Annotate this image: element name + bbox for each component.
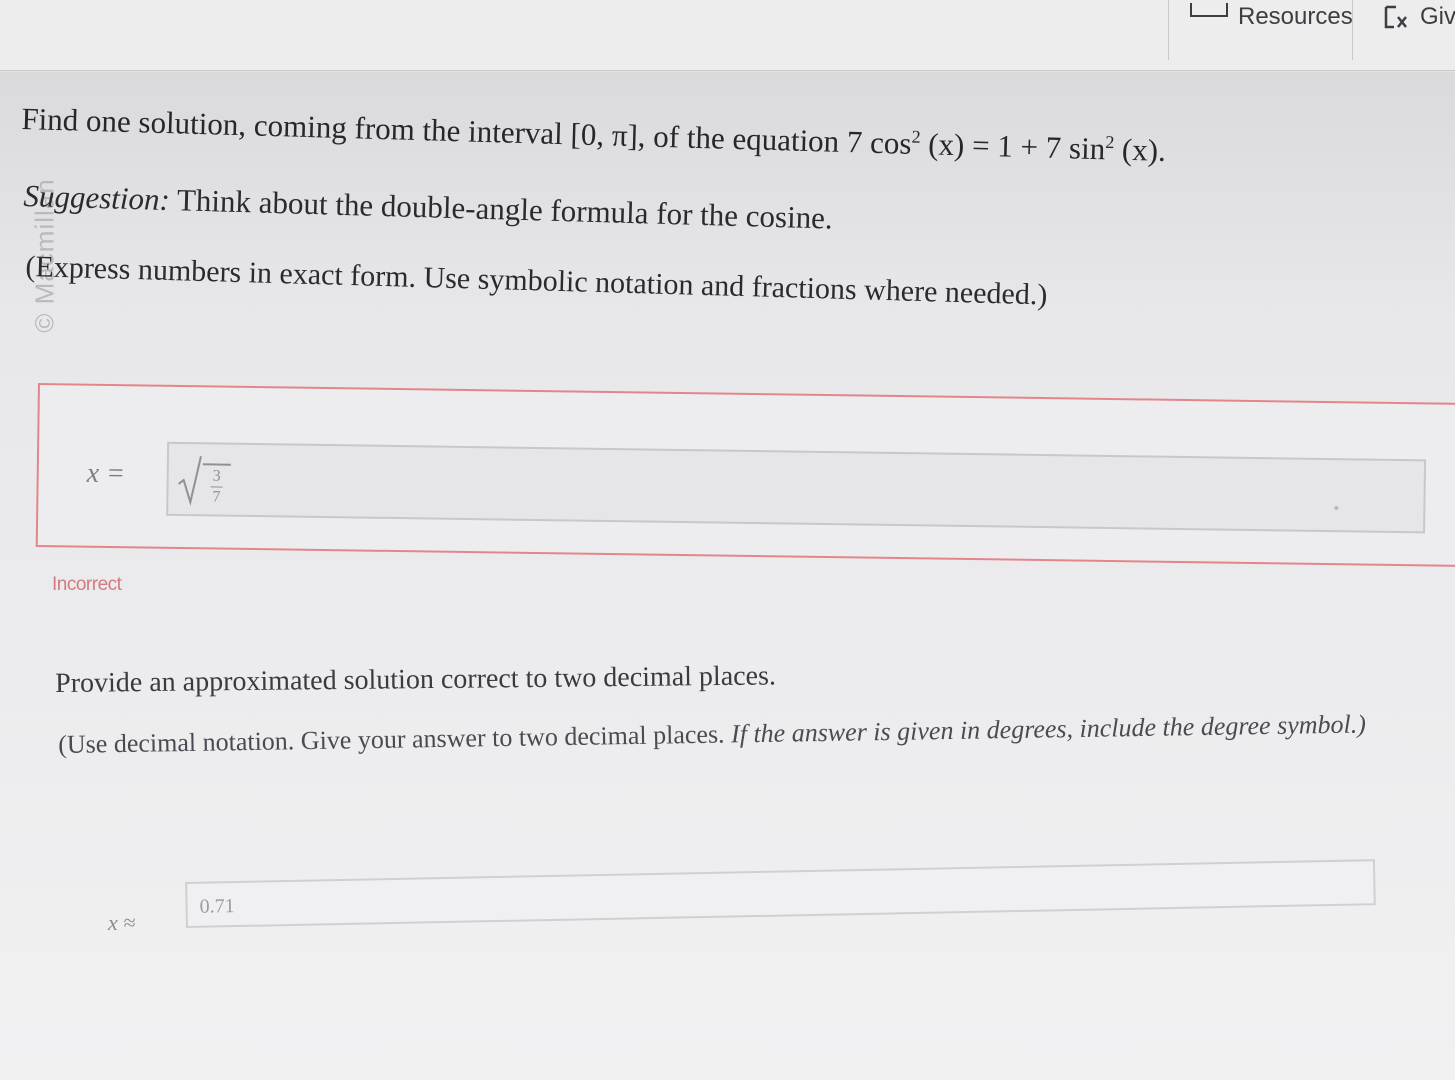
fraction: 3 7: [202, 463, 231, 507]
status-incorrect: Incorrect: [52, 574, 122, 595]
suggestion-label: Suggestion:: [23, 178, 171, 218]
question-suffix: (x).: [1113, 131, 1167, 168]
sqrt-expression: 3 7: [176, 450, 231, 507]
give-up-button[interactable]: Giv: [1382, 0, 1455, 34]
approx-variable-label: x ≈: [108, 910, 136, 935]
fraction-numerator: 3: [212, 467, 221, 485]
approx-answer-value: 0.71: [199, 895, 235, 918]
top-toolbar: Resources Giv: [0, 0, 1455, 71]
exact-answer-input[interactable]: 3 7: [166, 441, 1427, 534]
book-icon: [1190, 3, 1228, 17]
toolbar-divider: [1168, 0, 1169, 60]
give-up-icon: [1382, 3, 1412, 31]
give-up-label: Giv: [1420, 3, 1455, 30]
resources-label: Resources: [1238, 3, 1353, 30]
indicator-dot: [1334, 506, 1339, 511]
answer-frame-incorrect: x = 3 7: [35, 383, 1455, 568]
resources-button[interactable]: Resources: [1190, 0, 1353, 34]
fraction-bar: [210, 486, 223, 488]
question-mid: (x) = 1 + 7 sin: [920, 126, 1106, 167]
sqrt-icon: [177, 456, 202, 507]
variable-label: x =: [86, 457, 126, 490]
fraction-denominator: 7: [212, 488, 221, 506]
